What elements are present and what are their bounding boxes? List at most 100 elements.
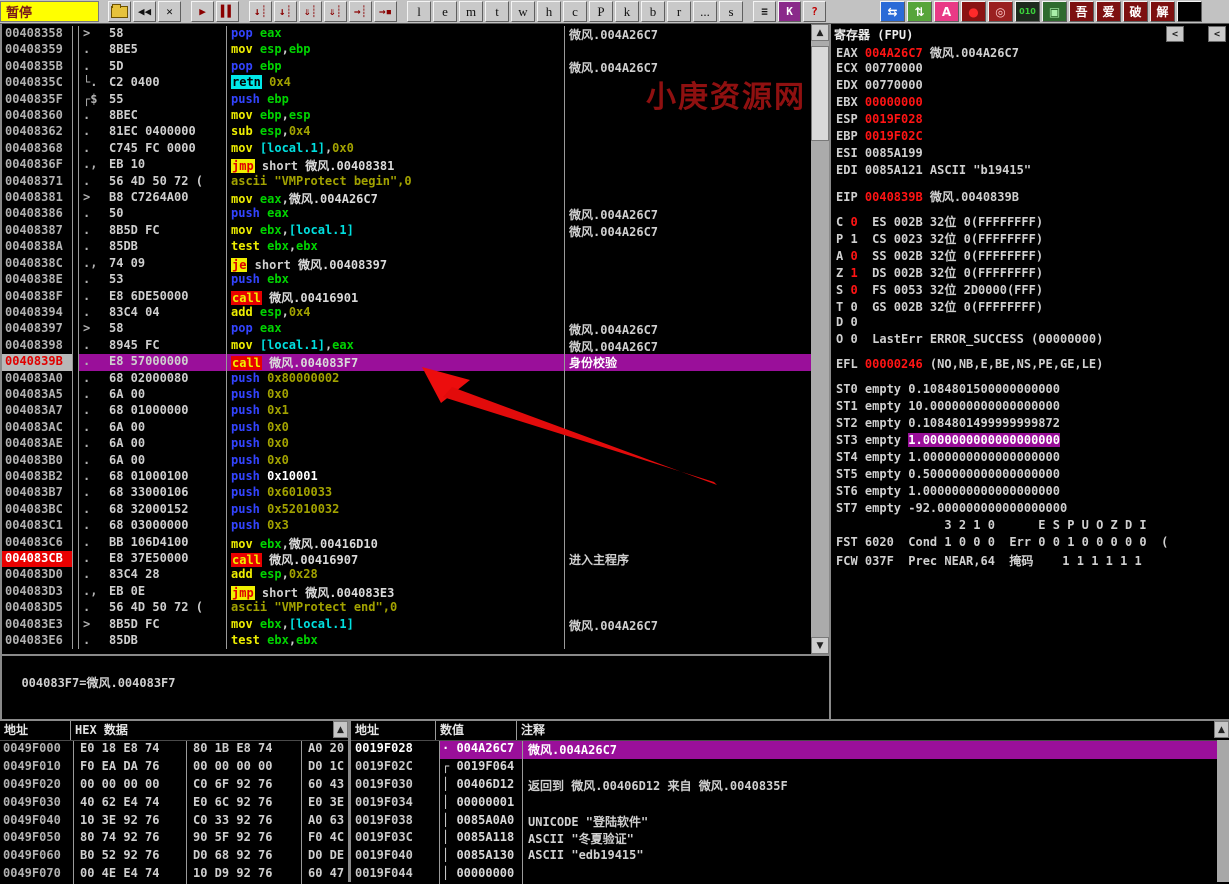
window-button-r[interactable]: r	[667, 1, 691, 22]
register-line[interactable]: Z 1 DS 002B 32位 0(FFFFFFFF)	[831, 264, 1229, 281]
updown-arrows-icon[interactable]: ⇅	[907, 1, 932, 22]
disasm-row[interactable]: 00408397>58pop eax微风.004A26C7	[2, 321, 811, 337]
register-line[interactable]: ST6 empty 1.0000000000000000000	[831, 484, 1229, 501]
disasm-row[interactable]: 0040838F.E8 6DE50000call 微风.00416901	[2, 289, 811, 305]
dump-row[interactable]: 0049F03040 62 E4 74E0 6C 92 76E0 3E	[0, 795, 348, 813]
register-line[interactable]: S 0 FS 0053 32位 2D0000(FFF)	[831, 281, 1229, 298]
pojie-wu-button[interactable]: 吾	[1069, 1, 1094, 22]
disasm-row[interactable]: 004083E6.85DBtest ebx,ebx	[2, 633, 811, 649]
exec-till-user-button[interactable]: →▪	[374, 1, 397, 22]
stack-scrollbar[interactable]	[1217, 740, 1229, 882]
window-button-b[interactable]: b	[641, 1, 665, 22]
disasm-row[interactable]: 004083D5.56 4D 50 72 (ascii "VMProtect e…	[2, 600, 811, 616]
window-button-h[interactable]: h	[537, 1, 561, 22]
register-line[interactable]: ST5 empty 0.5000000000000000000	[831, 467, 1229, 484]
register-line[interactable]: EAX 004A26C7 微风.004A26C7	[831, 44, 1229, 61]
register-line[interactable]: ESI 0085A199	[831, 146, 1229, 163]
disasm-row[interactable]: 00408362.81EC 0400000sub esp,0x4	[2, 124, 811, 140]
register-line[interactable]: FST 6020 Cond 1 0 0 0 Err 0 0 1 0 0 0 0 …	[831, 535, 1229, 552]
disasm-row[interactable]: 004083A5.6A 00push 0x0	[2, 387, 811, 403]
register-line[interactable]: P 1 CS 0023 32位 0(FFFFFFFF)	[831, 230, 1229, 247]
disasm-row[interactable]: 00408387.8B5D FCmov ebx,[local.1]微风.004A…	[2, 223, 811, 239]
scroll-up-icon[interactable]: ▲	[811, 24, 829, 41]
register-line[interactable]: EBX 00000000	[831, 95, 1229, 112]
step-over-button[interactable]: ↓┊	[274, 1, 297, 22]
pojie-jie-button[interactable]: 解	[1150, 1, 1175, 22]
window-button-t[interactable]: t	[485, 1, 509, 22]
pojie-po-button[interactable]: 破	[1123, 1, 1148, 22]
dump-row[interactable]: 0049F060B0 52 92 76D0 68 92 76D0 DE	[0, 848, 348, 866]
step-into-button[interactable]: ↓┊	[249, 1, 272, 22]
register-line[interactable]: EFL 00000246 (NO,NB,E,BE,NS,PE,GE,LE)	[831, 357, 1229, 374]
disasm-row[interactable]: 004083B7.68 33000106push 0x6010033	[2, 485, 811, 501]
register-line[interactable]: O 0 LastErr ERROR_SUCCESS (00000000)	[831, 332, 1229, 349]
open-file-button[interactable]	[108, 1, 131, 22]
disasm-row[interactable]: 004083A7.68 01000000push 0x1	[2, 403, 811, 419]
register-line[interactable]: T 0 GS 002B 32位 0(FFFFFFFF)	[831, 298, 1229, 315]
window-button-e[interactable]: e	[433, 1, 457, 22]
log-options-button[interactable]: ≡	[753, 1, 776, 22]
stack-row[interactable]: 0019F030│ 00406D12返回到 微风.00406D12 来自 微风.…	[351, 777, 1229, 795]
disasm-row[interactable]: 00408371.56 4D 50 72 (ascii "VMProtect b…	[2, 174, 811, 190]
help-button[interactable]: ?	[803, 1, 826, 22]
disasm-row[interactable]: 004083C6.BB 106D4100mov ebx,微风.00416D10	[2, 535, 811, 551]
exec-till-return-button[interactable]: →┊	[349, 1, 372, 22]
disasm-row[interactable]: 0040836F.,EB 10jmp short 微风.00408381	[2, 157, 811, 173]
register-line[interactable]: EDX 00770000	[831, 78, 1229, 95]
window-button-s[interactable]: s	[719, 1, 743, 22]
pane-prev-button-2[interactable]: <	[1208, 26, 1226, 42]
disasm-row[interactable]: 0040838C.,74 09je short 微风.00408397	[2, 256, 811, 272]
stack-row[interactable]: 0019F040│ 0085A130ASCII "edb19415"	[351, 848, 1229, 866]
window-button-l[interactable]: l	[407, 1, 431, 22]
register-line[interactable]: ST4 empty 1.0000000000000000000	[831, 450, 1229, 467]
register-line[interactable]: EBP 0019F02C	[831, 129, 1229, 146]
disasm-row[interactable]: 004083AE.6A 00push 0x0	[2, 436, 811, 452]
register-line[interactable]: ST7 empty -92.000000000000000000	[831, 501, 1229, 518]
disasm-row[interactable]: 00408386.50push eax微风.004A26C7	[2, 206, 811, 222]
stack-row[interactable]: 0019F028· 004A26C7微风.004A26C7	[351, 741, 1229, 759]
stack-row[interactable]: 0019F038│ 0085A0A0UNICODE "登陆软件"	[351, 813, 1229, 831]
disasm-row[interactable]: 004083D3.,EB 0Ejmp short 微风.004083E3	[2, 584, 811, 600]
disasm-row[interactable]: 00408368.C745 FC 0000mov [local.1],0x0	[2, 141, 811, 157]
scrollbar-thumb[interactable]	[811, 46, 829, 141]
restart-button[interactable]: ◀◀	[133, 1, 156, 22]
disasm-row[interactable]: 00408381>B8 C7264A00mov eax,微风.004A26C7	[2, 190, 811, 206]
disasm-row[interactable]: 004083E3>8B5D FCmov ebx,[local.1]微风.004A…	[2, 617, 811, 633]
window-button-P[interactable]: P	[589, 1, 613, 22]
disasm-row[interactable]: 00408398.8945 FCmov [local.1],eax微风.004A…	[2, 338, 811, 354]
dump-row[interactable]: 0049F04010 3E 92 76C0 33 92 76A0 63	[0, 813, 348, 831]
register-line[interactable]: EIP 0040839B 微风.0040839B	[831, 188, 1229, 205]
window-button-c[interactable]: c	[563, 1, 587, 22]
pojie-ai-button[interactable]: 爱	[1096, 1, 1121, 22]
register-line[interactable]: ST2 empty 0.1084801499999999872	[831, 416, 1229, 433]
disasm-row[interactable]: 004083A0.68 02000080push 0x80000002	[2, 371, 811, 387]
register-line[interactable]: ST1 empty 10.000000000000000000	[831, 399, 1229, 416]
red-dot-icon[interactable]: ●	[961, 1, 986, 22]
disasm-scrollbar[interactable]: ▲ ▼	[811, 24, 829, 654]
disasm-row[interactable]: 004083BC.68 32000152push 0x52010032	[2, 502, 811, 518]
window-button-dotdotdot[interactable]: ...	[693, 1, 717, 22]
stack-row[interactable]: 0019F034│ 00000001	[351, 795, 1229, 813]
register-line[interactable]: D 0	[831, 315, 1229, 332]
scroll-down-icon[interactable]: ▼	[811, 637, 829, 654]
register-line[interactable]: ESP 0019F028	[831, 112, 1229, 129]
binary-icon[interactable]: 010	[1015, 1, 1040, 22]
disasm-row[interactable]: 0040839B.E8 57000000call 微风.004083F7身份校验	[2, 354, 811, 370]
target-icon[interactable]: ◎	[988, 1, 1013, 22]
dump-row[interactable]: 0049F010F0 EA DA 7600 00 00 00D0 1C	[0, 759, 348, 777]
dump-row[interactable]: 0049F05080 74 92 7690 5F 92 76F0 4C	[0, 830, 348, 848]
register-line[interactable]: ST3 empty 1.0000000000000000000	[831, 433, 1229, 450]
disasm-row[interactable]: 00408358>58pop eax微风.004A26C7	[2, 26, 811, 42]
window-grid-icon[interactable]: ▣	[1042, 1, 1067, 22]
black-square-button[interactable]	[1177, 1, 1202, 22]
animate-over-button[interactable]: ⇓┊	[324, 1, 347, 22]
register-line[interactable]: 3 2 1 0 E S P U O Z D I	[831, 518, 1229, 535]
dump-row[interactable]: 0049F000E0 18 E8 7480 1B E8 74A0 20	[0, 741, 348, 759]
disasm-row[interactable]: 00408394.83C4 04add esp,0x4	[2, 305, 811, 321]
pane-prev-button[interactable]: <	[1166, 26, 1184, 42]
disasm-row[interactable]: 004083D0.83C4 28add esp,0x28	[2, 567, 811, 583]
register-line[interactable]: A 0 SS 002B 32位 0(FFFFFFFF)	[831, 247, 1229, 264]
run-button[interactable]: ▶	[191, 1, 214, 22]
plugin-k-button[interactable]: K	[778, 1, 801, 22]
dump-row[interactable]: 0049F07000 4E E4 7410 D9 92 7660 47	[0, 866, 348, 884]
